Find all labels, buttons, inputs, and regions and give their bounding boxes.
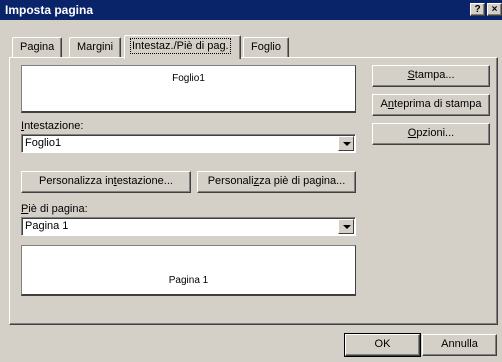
footer-label: Piè di pagina: [21,203,88,215]
cancel-label: Annulla [441,338,478,350]
header-select[interactable]: Foglio1 [21,134,356,153]
cancel-button[interactable]: Annulla [422,334,497,356]
header-label: Intestazione: [21,120,83,132]
label-part: pzioni... [416,127,455,139]
customize-footer-button[interactable]: Personalizza piè di pagina... [197,171,356,193]
label-part: teprima di stampa [394,98,482,110]
tab-intestazione-pie[interactable]: Intestaz./Piè di pag. [124,35,241,59]
chevron-down-icon[interactable] [338,136,354,151]
ok-label: OK [374,338,391,350]
close-button[interactable]: × [487,3,502,16]
help-icon: ? [474,4,481,15]
tab-label: Foglio [251,41,281,53]
options-button[interactable]: Opzioni... [372,123,490,145]
footer-preview-text: Pagina 1 [168,275,209,286]
label-accesskey: S [407,69,415,81]
label-part: tampa... [414,69,455,81]
label-part: A [380,98,388,110]
print-button[interactable]: Stampa... [372,65,490,87]
tab-panel: Foglio1 Intestazione: Foglio1 Personaliz… [9,57,498,325]
footer-preview: Pagina 1 [21,245,356,296]
label-part: Personalizza in [39,175,114,187]
label-part: iè di pagina: [28,203,88,215]
close-icon: × [491,4,498,15]
header-select-value: Foglio1 [25,137,62,149]
header-preview: Foglio1 [21,65,356,113]
window-title: Imposta pagina [5,3,94,17]
print-preview-button[interactable]: Anteprima di stampa [372,94,490,116]
tab-pagina[interactable]: Pagina [12,37,63,57]
label-part: estazione... [116,175,173,187]
tab-label: Margini [77,41,114,53]
tab-label: Intestaz./Piè di pag. [130,38,231,54]
footer-select[interactable]: Pagina 1 [21,217,356,236]
ok-button[interactable]: OK [344,333,421,357]
tab-margini[interactable]: Margini [69,37,122,57]
help-button[interactable]: ? [470,3,485,16]
footer-select-value: Pagina 1 [25,220,69,232]
customize-header-button[interactable]: Personalizza intestazione... [21,171,191,193]
title-bar: Imposta pagina ? × [0,0,502,20]
tab-label: Pagina [20,41,55,53]
header-preview-text: Foglio1 [172,73,205,84]
label-part: ntestazione: [24,120,84,132]
tab-foglio[interactable]: Foglio [243,37,289,57]
label-part: Personali [207,175,254,187]
label-part: za piè di pagina... [259,175,346,187]
chevron-down-icon[interactable] [338,219,354,234]
